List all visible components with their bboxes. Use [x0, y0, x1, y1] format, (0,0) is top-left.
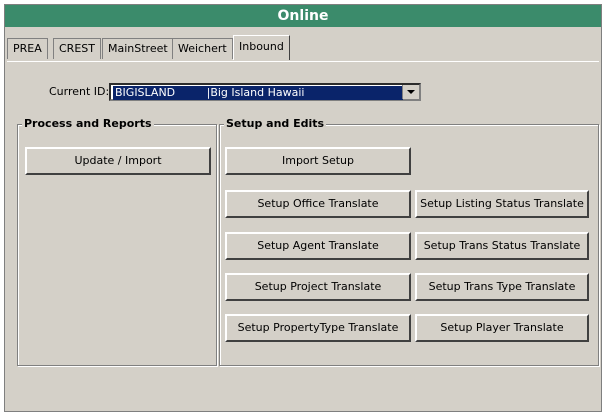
setup-and-edits-title: Setup and Edits — [224, 117, 327, 130]
process-and-reports-title: Process and Reports — [22, 117, 154, 130]
setup-agent-translate-button[interactable]: Setup Agent Translate — [225, 232, 411, 260]
setup-listing-status-translate-button[interactable]: Setup Listing Status Translate — [415, 190, 589, 218]
setup-office-translate-button[interactable]: Setup Office Translate — [225, 190, 411, 218]
current-id-select[interactable]: BIGISLAND |Big Island Hawaii — [109, 83, 421, 101]
tab-mainstreet[interactable]: MainStreet — [102, 38, 174, 59]
tab-inbound[interactable]: Inbound — [233, 35, 290, 60]
tab-weichert[interactable]: Weichert — [172, 38, 233, 59]
chevron-down-icon[interactable] — [402, 85, 419, 99]
tab-prea[interactable]: PREA — [7, 38, 48, 59]
setup-trans-type-translate-button[interactable]: Setup Trans Type Translate — [415, 273, 589, 301]
current-id-label: Current ID: — [49, 85, 110, 98]
setup-propertytype-translate-button[interactable]: Setup PropertyType Translate — [225, 314, 411, 342]
setup-player-translate-button[interactable]: Setup Player Translate — [415, 314, 589, 342]
setup-trans-status-translate-button[interactable]: Setup Trans Status Translate — [415, 232, 589, 260]
update-import-button[interactable]: Update / Import — [25, 147, 211, 175]
setup-project-translate-button[interactable]: Setup Project Translate — [225, 273, 411, 301]
current-id-value: BIGISLAND |Big Island Hawaii — [113, 86, 403, 100]
window: Online PREA CREST MainStreet Weichert In… — [4, 4, 602, 412]
import-setup-button[interactable]: Import Setup — [225, 147, 411, 175]
tab-crest[interactable]: CREST — [53, 38, 101, 59]
window-title: Online — [5, 5, 601, 27]
